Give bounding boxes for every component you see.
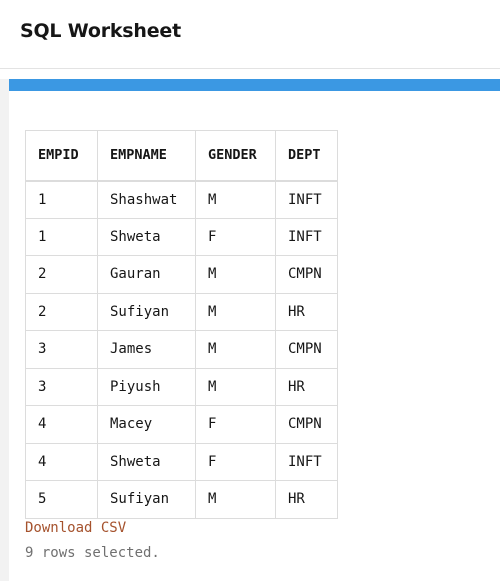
cell-gender: M xyxy=(195,179,276,219)
left-rail xyxy=(0,79,9,581)
column-header-empid: EMPID xyxy=(25,130,98,181)
cell-gender: M xyxy=(195,330,276,369)
column-header-gender: GENDER xyxy=(195,130,276,181)
cell-dept: INFT xyxy=(275,179,338,219)
results-table: EMPID EMPNAME GENDER DEPT 1 Shashwat M I… xyxy=(25,130,338,519)
cell-dept: HR xyxy=(275,480,338,519)
cell-empname: James xyxy=(97,330,196,369)
cell-gender: M xyxy=(195,292,276,331)
table-row: 3 James M CMPN xyxy=(25,330,338,369)
table-row: 2 Gauran M CMPN xyxy=(25,255,338,294)
cell-empid: 5 xyxy=(25,480,98,519)
cell-dept: INFT xyxy=(275,217,338,256)
cell-empname: Sufiyan xyxy=(97,292,196,331)
header-gap xyxy=(0,70,500,79)
table-row: 3 Piyush M HR xyxy=(25,367,338,406)
cell-empid: 2 xyxy=(25,292,98,331)
cell-dept: CMPN xyxy=(275,330,338,369)
cell-empid: 3 xyxy=(25,330,98,369)
result-accent-bar xyxy=(9,79,500,91)
column-header-dept: DEPT xyxy=(275,130,338,181)
cell-dept: INFT xyxy=(275,442,338,481)
cell-empid: 4 xyxy=(25,405,98,444)
cell-empname: Sufiyan xyxy=(97,480,196,519)
cell-dept: CMPN xyxy=(275,405,338,444)
download-csv-link[interactable]: Download CSV xyxy=(25,520,126,536)
cell-empid: 1 xyxy=(25,179,98,219)
cell-empid: 1 xyxy=(25,217,98,256)
cell-dept: HR xyxy=(275,292,338,331)
cell-empname: Gauran xyxy=(97,255,196,294)
table-row: 1 Shweta F INFT xyxy=(25,217,338,256)
cell-dept: HR xyxy=(275,367,338,406)
cell-empname: Piyush xyxy=(97,367,196,406)
cell-empid: 2 xyxy=(25,255,98,294)
row-count-text: 9 rows selected. xyxy=(25,545,160,561)
page-title: SQL Worksheet xyxy=(20,20,181,42)
table-row: 4 Shweta F INFT xyxy=(25,442,338,481)
cell-dept: CMPN xyxy=(275,255,338,294)
cell-gender: M xyxy=(195,480,276,519)
column-header-empname: EMPNAME xyxy=(97,130,196,181)
table-row: 1 Shashwat M INFT xyxy=(25,179,338,219)
cell-gender: M xyxy=(195,367,276,406)
cell-empid: 4 xyxy=(25,442,98,481)
cell-empname: Shashwat xyxy=(97,179,196,219)
table-row: 4 Macey F CMPN xyxy=(25,405,338,444)
query-results: EMPID EMPNAME GENDER DEPT 1 Shashwat M I… xyxy=(25,130,338,519)
worksheet-header: SQL Worksheet xyxy=(0,0,500,69)
cell-empname: Shweta xyxy=(97,442,196,481)
table-row: 2 Sufiyan M HR xyxy=(25,292,338,331)
cell-gender: F xyxy=(195,217,276,256)
cell-gender: M xyxy=(195,255,276,294)
cell-empname: Shweta xyxy=(97,217,196,256)
cell-empid: 3 xyxy=(25,367,98,406)
cell-empname: Macey xyxy=(97,405,196,444)
cell-gender: F xyxy=(195,405,276,444)
header-row: EMPID EMPNAME GENDER DEPT xyxy=(25,130,338,181)
cell-gender: F xyxy=(195,442,276,481)
table-row: 5 Sufiyan M HR xyxy=(25,480,338,519)
